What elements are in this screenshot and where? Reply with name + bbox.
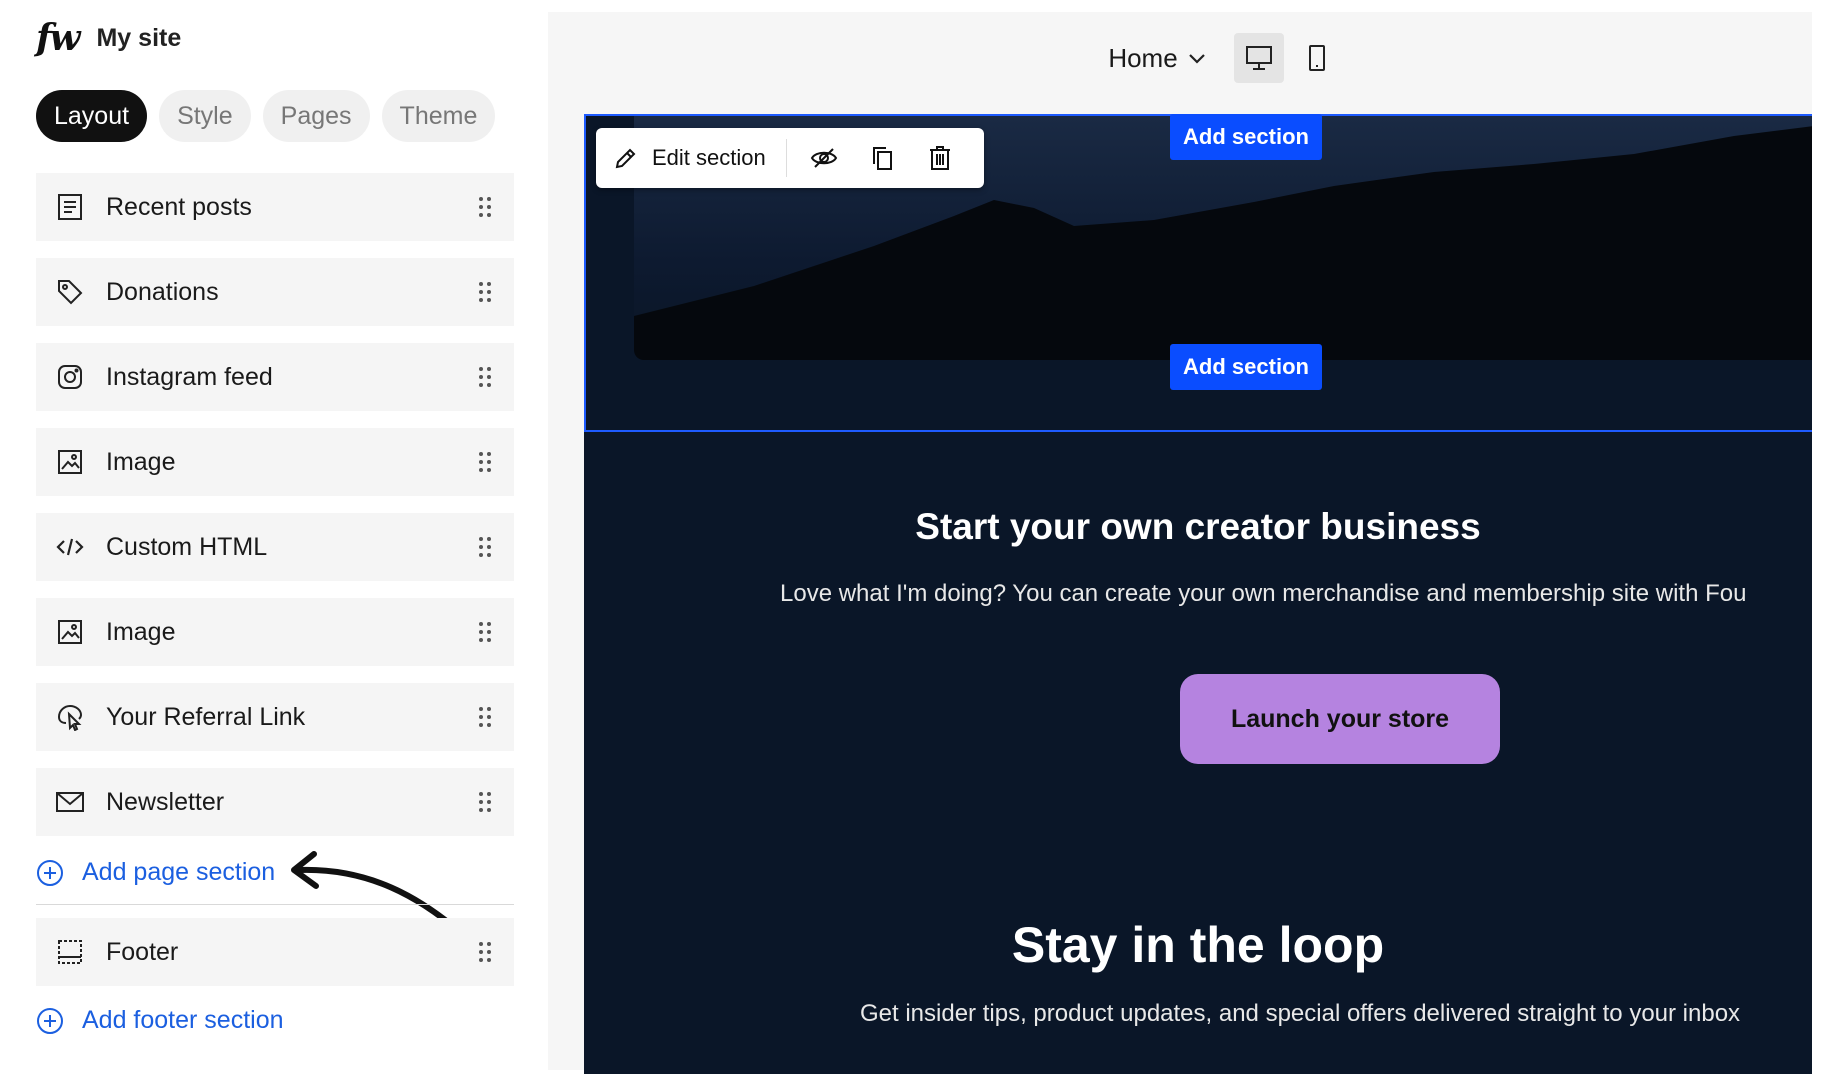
add-footer-section-label: Add footer section (82, 1006, 284, 1034)
add-section-below-button[interactable]: Add section (1170, 344, 1322, 390)
section-item-image[interactable]: Image (36, 428, 514, 496)
section-item-custom-html[interactable]: Custom HTML (36, 513, 514, 581)
section-item-footer[interactable]: Footer (36, 918, 514, 986)
drag-handle-icon[interactable] (478, 366, 492, 388)
divider (36, 904, 514, 905)
drag-handle-icon[interactable] (478, 621, 492, 643)
add-footer-section-link[interactable]: Add footer section (36, 1006, 284, 1035)
image-icon (52, 614, 88, 650)
newsletter-heading: Stay in the loop (1011, 917, 1385, 973)
brand-logo[interactable]: fw (36, 20, 81, 56)
section-item-label: Custom HTML (106, 532, 268, 561)
instagram-icon (52, 359, 88, 395)
plus-circle-icon (37, 1007, 63, 1034)
creator-description: Love what I'm doing? You can create your… (780, 580, 1747, 607)
page-selector-label: Home (1108, 42, 1178, 73)
footer-container: Footer (36, 918, 514, 1003)
section-item-newsletter[interactable]: Newsletter (36, 768, 514, 836)
referral-icon (52, 699, 88, 735)
section-item-label: Image (106, 447, 176, 476)
duplicate-section-button[interactable] (859, 135, 905, 181)
document-icon (52, 189, 88, 225)
plus-circle-icon (37, 859, 63, 886)
section-item-label: Image (106, 617, 176, 646)
pencil-icon (615, 148, 636, 169)
eye-off-icon (810, 148, 837, 168)
toolbar-divider (785, 139, 787, 177)
section-item-instagram-feed[interactable]: Instagram feed (36, 343, 514, 411)
drag-handle-icon[interactable] (478, 281, 492, 303)
edit-section-label: Edit section (652, 145, 766, 170)
section-item-recent-posts[interactable]: Recent posts (36, 173, 514, 241)
section-item-label: Donations (106, 277, 219, 306)
newsletter-description: Get insider tips, product updates, and s… (860, 1000, 1741, 1027)
edit-section-button[interactable]: Edit section (614, 145, 766, 171)
section-item-label: Recent posts (106, 192, 252, 221)
hero-section[interactable]: Edit section Add section Add section (584, 114, 1812, 432)
sidebar: fw My site Layout Style Pages Theme Rece… (0, 0, 548, 1080)
creator-heading: Start your own creator business (915, 506, 1481, 547)
site-name[interactable]: My site (96, 24, 181, 53)
footer-icon (52, 934, 88, 970)
tab-theme[interactable]: Theme (381, 90, 496, 142)
image-icon (52, 444, 88, 480)
delete-section-button[interactable] (917, 135, 963, 181)
chevron-down-icon (1188, 54, 1205, 64)
mobile-view-button[interactable] (1292, 33, 1342, 83)
section-item-donations[interactable]: Donations (36, 258, 514, 326)
desktop-icon (1245, 46, 1272, 70)
section-item-label: Newsletter (106, 787, 225, 816)
add-page-section-label: Add page section (82, 858, 276, 886)
brand: fw My site (36, 20, 181, 56)
add-page-section-link[interactable]: Add page section (36, 858, 275, 887)
site-preview: Home Edit section Add section Add sectio… (548, 12, 1812, 1074)
hide-section-button[interactable] (801, 135, 847, 181)
tag-icon (52, 274, 88, 310)
section-toolbar: Edit section (596, 128, 984, 188)
launch-store-button[interactable]: Launch your store (1180, 674, 1500, 764)
sidebar-tabs: Layout Style Pages Theme (36, 90, 496, 142)
mail-icon (52, 784, 88, 820)
code-icon (52, 529, 88, 565)
copy-icon (872, 147, 892, 170)
tab-style[interactable]: Style (159, 90, 251, 142)
trash-icon (929, 146, 950, 170)
desktop-view-button[interactable] (1233, 33, 1284, 83)
drag-handle-icon[interactable] (478, 196, 492, 218)
page-canvas: Edit section Add section Add section Sta… (584, 114, 1812, 1074)
drag-handle-icon[interactable] (478, 941, 492, 963)
preview-topbar: Home (548, 12, 1812, 104)
section-item-image[interactable]: Image (36, 598, 514, 666)
tab-layout[interactable]: Layout (36, 90, 148, 142)
section-list: Recent posts Donations Instagram feed Im… (36, 173, 514, 853)
add-section-above-button[interactable]: Add section (1170, 114, 1322, 160)
section-item-label: Your Referral Link (106, 702, 306, 731)
section-item-referral-link[interactable]: Your Referral Link (36, 683, 514, 751)
page-selector[interactable]: Home (1108, 43, 1207, 74)
section-item-label: Footer (106, 937, 179, 966)
drag-handle-icon[interactable] (478, 536, 492, 558)
tab-pages[interactable]: Pages (262, 90, 370, 142)
mobile-icon (1308, 45, 1325, 71)
drag-handle-icon[interactable] (478, 706, 492, 728)
drag-handle-icon[interactable] (478, 451, 492, 473)
drag-handle-icon[interactable] (478, 791, 492, 813)
section-item-label: Instagram feed (106, 362, 273, 391)
